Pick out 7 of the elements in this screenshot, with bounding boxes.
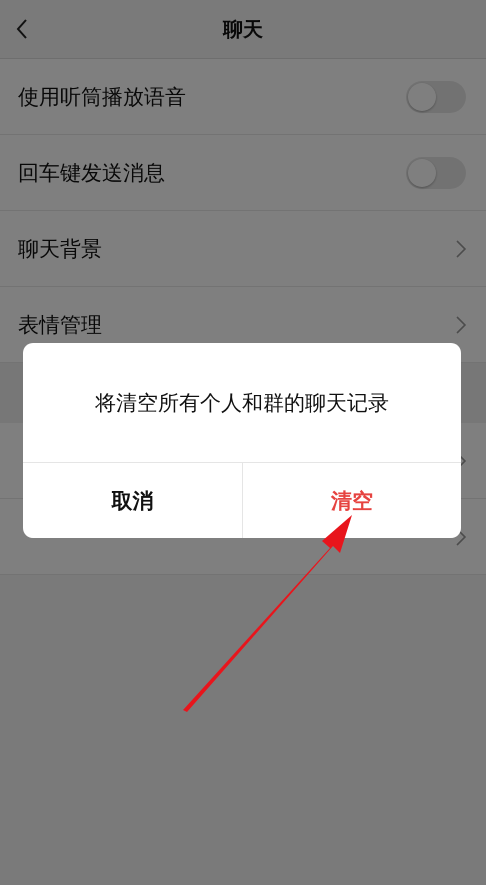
dialog-message: 将清空所有个人和群的聊天记录 <box>23 343 461 463</box>
settings-row[interactable]: 聊天背景 <box>0 211 486 287</box>
page-title: 聊天 <box>223 16 263 42</box>
settings-row[interactable]: 回车键发送消息 <box>0 135 486 211</box>
cancel-button[interactable]: 取消 <box>23 463 242 538</box>
settings-row[interactable]: 使用听筒播放语音 <box>0 59 486 135</box>
clear-button[interactable]: 清空 <box>242 463 461 538</box>
